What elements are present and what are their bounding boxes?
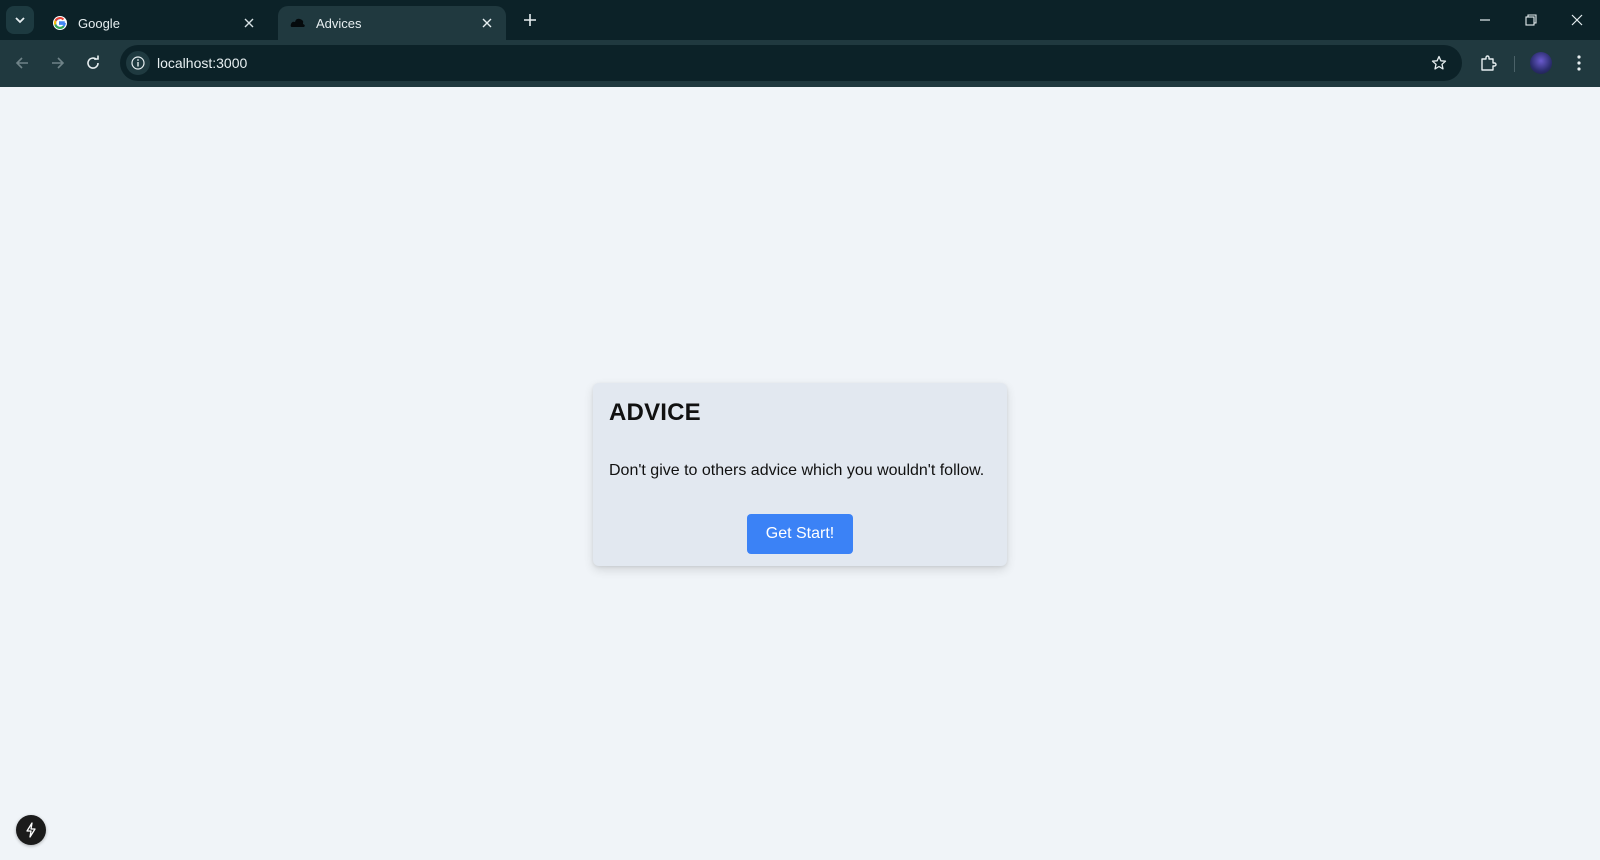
tab-title: Google [78,15,120,31]
minimize-icon [1480,19,1490,21]
toolbar-divider [1514,56,1515,72]
google-icon [52,15,68,31]
forward-button[interactable] [46,51,70,75]
new-tab-button[interactable] [520,10,540,30]
info-icon[interactable] [126,51,150,75]
reload-icon [87,55,99,69]
profile-avatar[interactable] [1530,52,1552,74]
chevron-down-icon [15,17,25,24]
address-bar[interactable]: localhost:3000 [120,45,1462,81]
advice-card: ADVICE Don't give to others advice which… [593,383,1007,566]
close-icon [1571,14,1583,26]
puzzle-icon [1481,55,1497,71]
browser-chrome: Google Advices localhost:3000 [0,0,1600,87]
plus-icon [524,14,536,26]
advice-text: Don't give to others advice which you wo… [609,462,985,479]
url-text: localhost:3000 [157,55,248,71]
more-vertical-icon [1577,55,1581,71]
tab-advices[interactable]: Advices [278,6,506,40]
arrow-right-icon [52,57,65,69]
page-viewport: ADVICE Don't give to others advice which… [0,87,1600,860]
minimize-button[interactable] [1473,8,1497,32]
card-title: ADVICE [609,399,701,426]
menu-button[interactable] [1567,51,1591,75]
tab-google[interactable]: Google [40,6,268,40]
tab-search-button[interactable] [6,6,34,34]
get-start-button[interactable]: Get Start! [747,514,853,554]
cloud-icon [290,15,306,31]
close-icon[interactable] [240,14,258,32]
tab-strip: Google Advices [0,0,1600,40]
close-icon[interactable] [478,14,496,32]
extensions-button[interactable] [1476,51,1500,75]
reload-button[interactable] [81,51,105,75]
arrow-left-icon [15,57,28,69]
tab-title: Advices [316,15,362,31]
restore-icon [1525,14,1537,26]
browser-toolbar: localhost:3000 [0,40,1600,87]
star-icon[interactable] [1430,54,1448,72]
back-button[interactable] [10,51,34,75]
close-window-button[interactable] [1565,8,1589,32]
dev-tools-badge[interactable] [16,815,46,845]
lightning-icon [26,822,36,838]
restore-button[interactable] [1519,8,1543,32]
